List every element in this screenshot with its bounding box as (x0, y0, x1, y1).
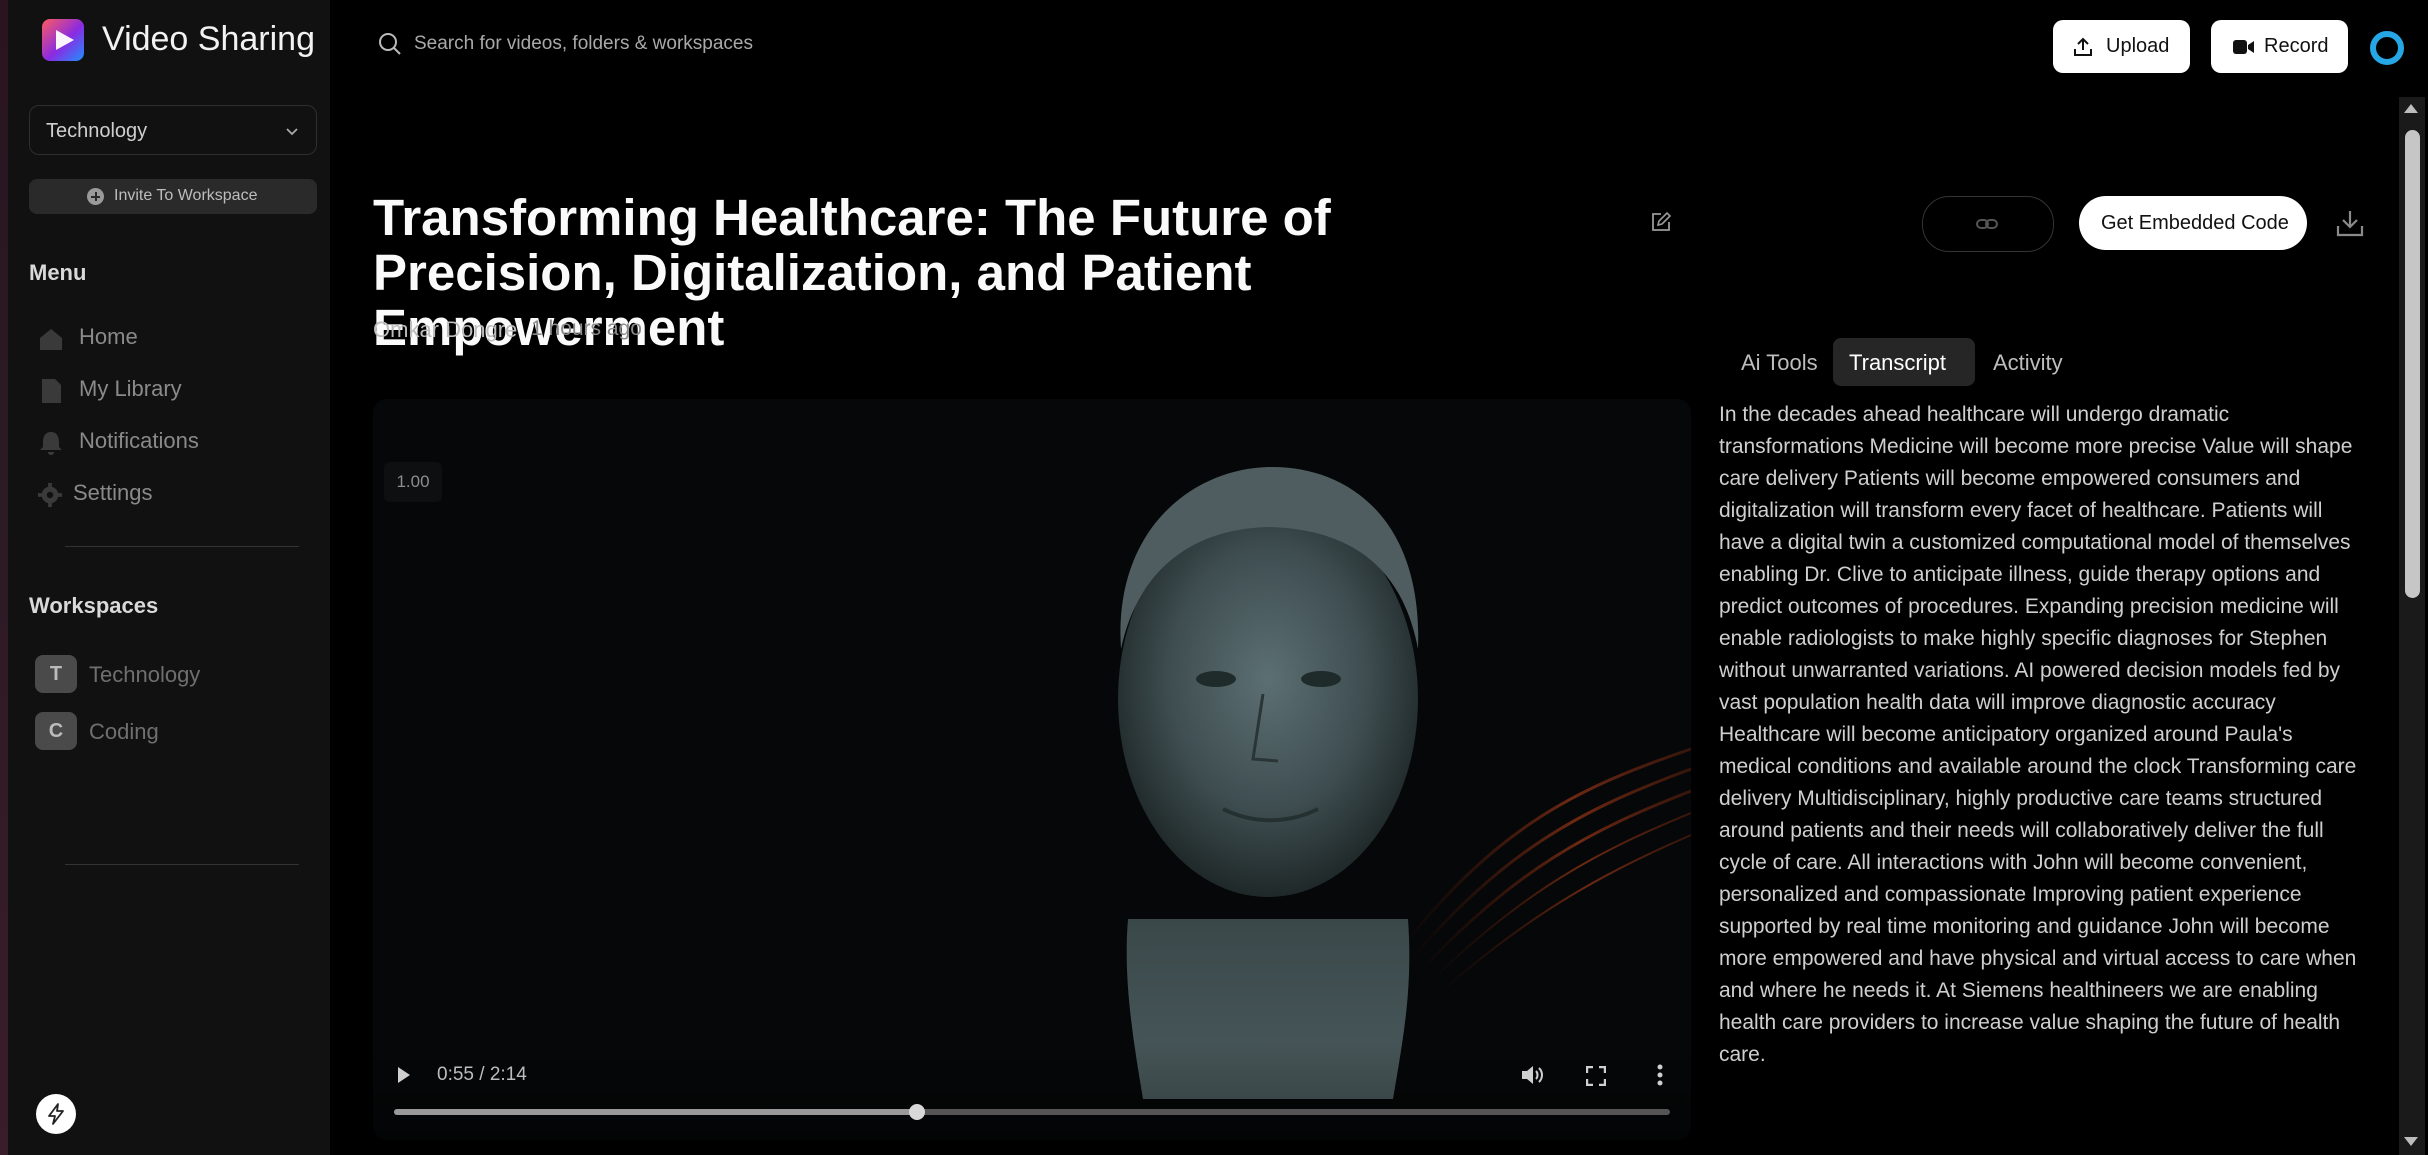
embed-label: Get Embedded Code (2101, 212, 2289, 234)
tab-label: Transcript (1849, 350, 1946, 375)
playback-speed[interactable]: 1.00 (384, 462, 442, 502)
search-icon (379, 33, 401, 55)
search-input[interactable] (412, 28, 1016, 60)
scroll-up-arrow-icon[interactable] (2404, 104, 2418, 113)
workspace-name: Coding (89, 719, 159, 744)
workspace-initial: T (35, 655, 77, 693)
video-progress-fill (394, 1109, 918, 1115)
orange-wave-graphic (1391, 747, 1691, 1000)
user-avatar[interactable] (2370, 31, 2404, 65)
upload-label: Upload (2106, 35, 2170, 57)
divider (65, 546, 299, 547)
upload-icon (2074, 37, 2092, 56)
video-frame-image (1118, 466, 1691, 1099)
tab-label: Activity (1993, 350, 2063, 375)
app-logo-icon[interactable] (42, 19, 84, 61)
library-icon (42, 379, 61, 403)
get-embedded-code-button[interactable]: Get Embedded Code (2079, 196, 2307, 250)
sidebar-item-label: Home (79, 324, 138, 349)
chevron-down-icon (286, 128, 298, 136)
scrollbar-thumb[interactable] (2405, 130, 2420, 598)
video-time-ago: 1 hours ago (531, 317, 642, 340)
sidebar-item-label: My Library (79, 376, 182, 401)
video-author[interactable]: Omkar Dongre (373, 317, 517, 343)
bolt-button[interactable] (36, 1094, 76, 1134)
workspaces-title: Workspaces (29, 593, 159, 618)
bolt-icon (48, 1103, 64, 1125)
tab-transcript[interactable]: Transcript (1833, 338, 1975, 386)
transcript-text: In the decades ahead healthcare will und… (1719, 403, 2357, 1066)
plus-circle-icon (87, 188, 104, 205)
video-time: 0:55 / 2:14 (437, 1064, 527, 1085)
menu-title: Menu (29, 260, 87, 285)
fullscreen-icon[interactable] (1586, 1066, 1606, 1086)
divider (65, 864, 299, 865)
tab-label: Ai Tools (1741, 350, 1818, 375)
workspace-initial: C (35, 712, 77, 750)
edit-icon[interactable] (1650, 211, 1672, 233)
workspace-select[interactable]: Technology (29, 105, 317, 155)
volume-icon[interactable] (1520, 1064, 1544, 1086)
window-edge (0, 0, 8, 1155)
workspace-name: Technology (89, 662, 201, 687)
record-label: Record (2264, 35, 2329, 57)
invite-to-workspace-button[interactable]: Invite To Workspace (29, 179, 317, 214)
gear-icon (37, 482, 63, 508)
play-icon[interactable] (396, 1065, 412, 1085)
workspace-select-value: Technology (46, 120, 148, 142)
download-icon[interactable] (2335, 208, 2365, 238)
scroll-down-arrow-icon[interactable] (2404, 1137, 2418, 1146)
video-camera-icon (2233, 40, 2254, 54)
sidebar-item-label: Notifications (79, 428, 199, 453)
bell-icon (40, 432, 62, 455)
home-icon (40, 329, 62, 350)
copy-link-button[interactable] (1922, 196, 2054, 252)
tab-ai-tools[interactable]: Ai Tools (1727, 338, 1825, 386)
upload-button[interactable]: Upload (2053, 20, 2190, 73)
link-icon (1976, 219, 1998, 229)
more-options-icon[interactable] (1657, 1064, 1663, 1086)
video-progress-bar[interactable] (394, 1104, 1670, 1120)
app-name: Video Sharing (102, 20, 315, 58)
sidebar-item-label: Settings (73, 480, 153, 505)
invite-label: Invite To Workspace (114, 187, 258, 204)
sidebar: Video Sharing Technology Invite To Works… (8, 0, 330, 1155)
tab-activity[interactable]: Activity (1983, 338, 2083, 386)
video-player[interactable]: 1.00 0:55 / 2:14 (373, 399, 1691, 1140)
record-button[interactable]: Record (2211, 20, 2348, 73)
video-controls (373, 1039, 1691, 1140)
